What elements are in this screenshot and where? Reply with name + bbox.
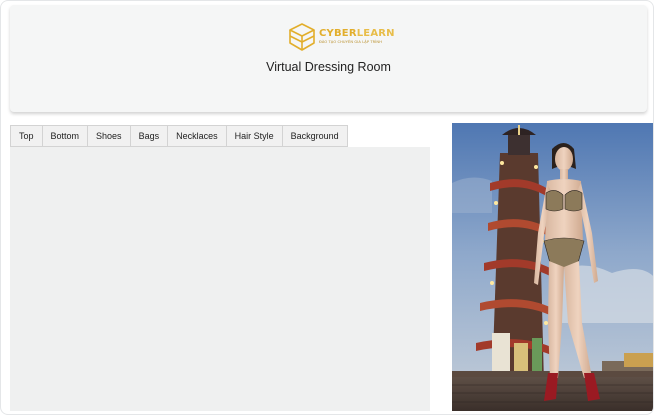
tab-top[interactable]: Top: [10, 125, 42, 147]
cube-icon: [289, 23, 315, 51]
tab-bottom[interactable]: Bottom: [41, 125, 88, 147]
items-panel: [10, 147, 430, 411]
logo-text: CYBERLEARN ĐÀO TẠO CHUYÊN GIA LẬP TRÌNH: [319, 29, 395, 45]
distant-building: [624, 353, 653, 367]
tab-shoes[interactable]: Shoes: [87, 125, 130, 147]
logo-name: CYBERLEARN: [319, 29, 395, 39]
logo-tagline: ĐÀO TẠO CHUYÊN GIA LẬP TRÌNH: [319, 40, 383, 45]
header: CYBERLEARN ĐÀO TẠO CHUYÊN GIA LẬP TRÌNH …: [10, 5, 647, 112]
tab-hair-style[interactable]: Hair Style: [225, 125, 282, 147]
cloud: [452, 177, 492, 213]
tab-bags[interactable]: Bags: [129, 125, 168, 147]
logo-name-part1: CYBER: [319, 28, 357, 40]
logo-name-part2: LEARN: [356, 28, 395, 40]
bra: [545, 190, 564, 212]
logo[interactable]: CYBERLEARN ĐÀO TẠO CHUYÊN GIA LẬP TRÌNH: [288, 21, 398, 53]
tab-necklaces[interactable]: Necklaces: [167, 125, 226, 147]
model-preview: [452, 123, 653, 411]
tab-background[interactable]: Background: [281, 125, 348, 147]
category-tabs: Top Bottom Shoes Bags Necklaces Hair Sty…: [10, 125, 348, 147]
page-title: Virtual Dressing Room: [266, 60, 391, 74]
app-window: CYBERLEARN ĐÀO TẠO CHUYÊN GIA LẬP TRÌNH …: [0, 0, 654, 415]
